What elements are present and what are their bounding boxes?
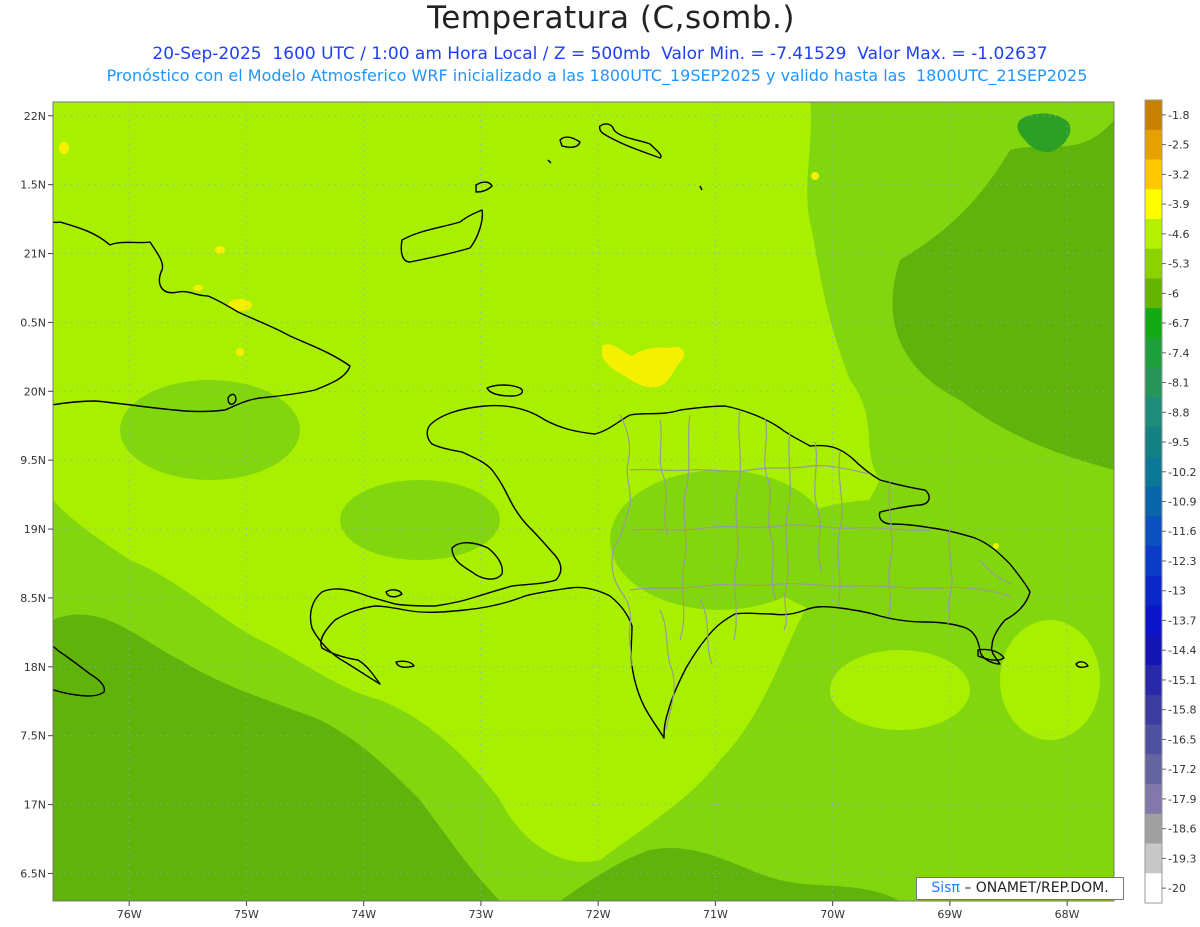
temperature-map: 22N 1.5N 21N 0.5N 20N 9.5N 19N 8.5N 18N 7.5N 17N 6.… <box>20 99 1196 921</box>
legend-swatch <box>1145 813 1162 845</box>
legend-swatch <box>1145 516 1162 547</box>
legend-swatch <box>1145 605 1162 636</box>
legend-swatch <box>1145 724 1162 755</box>
legend-label: -13 <box>1168 585 1186 598</box>
legend-swatch <box>1145 843 1162 874</box>
longitude-axis: 76W 75W 74W 73W 72W 71W 70W 69W 68W <box>117 901 1080 921</box>
legend-swatch <box>1145 278 1162 309</box>
legend-swatch <box>1145 367 1162 398</box>
legend-label: -5.3 <box>1168 258 1189 271</box>
legend-label: -12.3 <box>1168 555 1196 568</box>
warm-spot-5 <box>236 348 244 356</box>
lat-tick-label: 21N <box>24 248 46 261</box>
lon-tick-label: 69W <box>937 908 962 921</box>
warm-spot-8 <box>993 543 999 549</box>
legend-swatch <box>1145 873 1162 904</box>
legend-swatch <box>1145 129 1162 160</box>
legend-label: -20 <box>1168 882 1186 895</box>
lat-tick-label: 22N <box>24 110 46 123</box>
legend-label: -9.5 <box>1168 436 1189 449</box>
lon-tick-label: 74W <box>351 908 376 921</box>
color-legend: -1.8 -2.5 -3.2 -3.9 -4.6 -5.3 -6 -6.7 -7.4 -8.1 -8… <box>1144 99 1196 904</box>
lat-tick-label: 8.5N <box>20 592 46 605</box>
credit-box: Sisπ – ONAMET/REP.DOM. <box>916 877 1124 900</box>
credit-org: – ONAMET/REP.DOM. <box>964 880 1109 896</box>
lat-tick-label: 1.5N <box>20 179 46 192</box>
legend-label: -6 <box>1168 287 1179 300</box>
lat-tick-label: 19N <box>24 523 46 536</box>
warm-spot-6 <box>193 285 203 291</box>
legend-label: -2.5 <box>1168 139 1189 152</box>
legend-swatch <box>1145 635 1162 666</box>
lat-tick-label: 17N <box>24 799 46 812</box>
legend-label: -10.9 <box>1168 496 1196 509</box>
lon-tick-label: 72W <box>586 908 611 921</box>
light-patch-2 <box>1000 620 1100 740</box>
lat-tick-label: 6.5N <box>20 867 46 880</box>
latitude-axis: 22N 1.5N 21N 0.5N 20N 9.5N 19N 8.5N 18N 7.5N 17N 6.… <box>20 110 53 880</box>
legend-label: -10.2 <box>1168 466 1196 479</box>
legend-swatch <box>1145 486 1162 517</box>
lat-tick-label: 20N <box>24 385 46 398</box>
mid-patch-1 <box>120 380 300 480</box>
lon-tick-label: 76W <box>117 908 142 921</box>
lon-tick-label: 68W <box>1055 908 1080 921</box>
legend-label: -18.6 <box>1168 823 1196 836</box>
legend-swatch <box>1145 248 1162 279</box>
lon-tick-label: 75W <box>234 908 259 921</box>
legend-label: -1.8 <box>1168 109 1189 122</box>
lat-tick-label: 0.5N <box>20 316 46 329</box>
light-patch-1 <box>830 650 970 730</box>
legend-label: -11.6 <box>1168 525 1196 538</box>
legend-label: -15.1 <box>1168 674 1196 687</box>
legend-label: -8.1 <box>1168 377 1189 390</box>
warm-spot-3 <box>228 299 252 311</box>
legend-label: -3.9 <box>1168 198 1189 211</box>
credit-sis: Sisπ <box>931 880 960 896</box>
legend-swatch <box>1145 218 1162 250</box>
lon-tick-label: 70W <box>820 908 845 921</box>
light-patch-3 <box>480 580 640 660</box>
legend-label: -17.9 <box>1168 793 1196 806</box>
legend-swatch <box>1145 546 1162 577</box>
legend-label: -8.8 <box>1168 406 1189 419</box>
legend-swatch <box>1145 100 1162 131</box>
legend-swatch <box>1145 427 1162 458</box>
lat-tick-label: 9.5N <box>20 454 46 467</box>
lat-tick-label: 18N <box>24 661 46 674</box>
legend-swatch <box>1145 665 1162 696</box>
lon-tick-label: 71W <box>703 908 728 921</box>
legend-swatch <box>1145 754 1162 785</box>
legend-label: -19.3 <box>1168 852 1196 865</box>
legend-swatch <box>1145 456 1162 488</box>
legend-swatch <box>1145 784 1162 815</box>
warm-spot-2 <box>59 142 69 154</box>
legend-label: -15.8 <box>1168 704 1196 717</box>
legend-swatch <box>1145 308 1162 339</box>
legend-swatch <box>1145 159 1162 190</box>
legend-swatch <box>1145 337 1162 369</box>
legend-swatch <box>1145 189 1162 220</box>
lon-tick-label: 73W <box>468 908 493 921</box>
legend-label: -17.2 <box>1168 763 1196 776</box>
legend-swatch <box>1145 575 1162 607</box>
legend-label: -6.7 <box>1168 317 1189 330</box>
lat-tick-label: 7.5N <box>20 730 46 743</box>
warm-spot-7 <box>811 172 819 180</box>
legend-label: -13.7 <box>1168 614 1196 627</box>
legend-label: -14.4 <box>1168 644 1196 657</box>
legend-label: -7.4 <box>1168 347 1189 360</box>
legend-swatch <box>1145 694 1162 726</box>
warm-spot-4 <box>215 246 225 254</box>
legend-label: -3.2 <box>1168 168 1189 181</box>
legend-swatch <box>1145 397 1162 428</box>
legend-label: -16.5 <box>1168 733 1196 746</box>
legend-label: -4.6 <box>1168 228 1189 241</box>
